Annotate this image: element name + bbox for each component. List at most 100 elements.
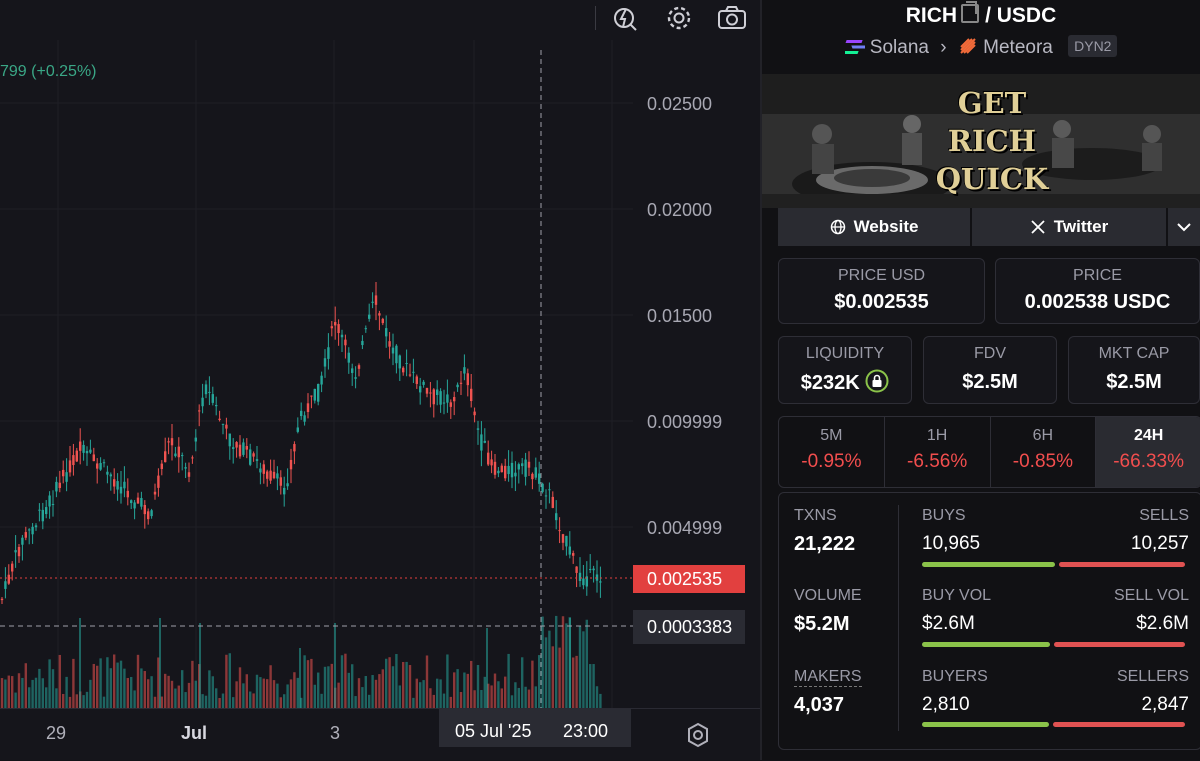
volume-bar bbox=[412, 697, 415, 708]
price-native-label: PRICE bbox=[1073, 267, 1122, 284]
token-banner-image: GET RICH QUICK bbox=[762, 74, 1200, 208]
candle-body bbox=[575, 566, 578, 573]
volume-bar bbox=[153, 696, 157, 708]
volume-bar bbox=[215, 688, 218, 708]
chevron-down-icon bbox=[1177, 223, 1191, 232]
candle-body bbox=[218, 418, 221, 421]
chain-name[interactable]: Solana bbox=[870, 37, 929, 58]
candle-body bbox=[449, 402, 452, 407]
buys-label: BUYS bbox=[922, 507, 966, 524]
volume-label: VOLUME bbox=[794, 587, 862, 604]
candle-body bbox=[340, 334, 344, 338]
time-axis[interactable]: 29 Jul 3 05 Jul '25 23:00 bbox=[0, 708, 760, 761]
price-usd-label: PRICE USD bbox=[837, 267, 926, 284]
candlestick-chart[interactable] bbox=[0, 0, 760, 708]
candle-body bbox=[72, 455, 75, 466]
more-links-button[interactable] bbox=[1168, 208, 1200, 246]
volume-bar bbox=[459, 691, 463, 708]
volume-bar bbox=[41, 678, 44, 708]
volume-bar bbox=[378, 674, 381, 708]
volume-bar bbox=[548, 630, 551, 708]
candle-body bbox=[300, 410, 303, 417]
copy-icon[interactable] bbox=[961, 1, 980, 23]
volume-bar bbox=[510, 695, 514, 708]
candle-body bbox=[425, 387, 429, 394]
token-info-pane: RICH / USDC Solana › Meteora DYN2 GET RIC… bbox=[762, 0, 1200, 760]
liquidity-value: $232K bbox=[800, 372, 860, 394]
candle-body bbox=[17, 546, 21, 557]
volume-bar bbox=[323, 666, 327, 708]
axis-settings-icon[interactable] bbox=[684, 721, 712, 749]
volume-bar bbox=[245, 674, 248, 708]
website-button[interactable]: Website bbox=[778, 208, 970, 246]
volume-bar bbox=[538, 655, 541, 708]
candle-body bbox=[347, 352, 350, 363]
volume-bar bbox=[68, 696, 72, 708]
tab-6h[interactable]: 6H -0.85% bbox=[991, 417, 1097, 487]
tab-5m[interactable]: 5M -0.95% bbox=[779, 417, 885, 487]
price-change-value: -0.95% bbox=[801, 451, 862, 472]
txns-label: TXNS bbox=[794, 507, 837, 524]
social-links-row: Website Twitter bbox=[778, 208, 1200, 246]
price-axis-label: 0.02500 bbox=[647, 94, 713, 114]
candle-body bbox=[194, 437, 197, 442]
price-axis-label: 0.009999 bbox=[647, 412, 723, 432]
candle-body bbox=[150, 510, 153, 517]
dex-name[interactable]: Meteora bbox=[983, 37, 1053, 58]
buyers-value: 2,810 bbox=[922, 694, 970, 715]
volume-bar bbox=[480, 690, 483, 708]
volume-bar bbox=[599, 693, 602, 708]
volume-bar bbox=[106, 657, 109, 708]
lock-icon[interactable] bbox=[865, 369, 889, 393]
candles bbox=[0, 281, 602, 604]
volume-bar bbox=[327, 666, 330, 708]
transaction-stats: TXNS 21,222 BUYS 10,965 SELLS 10,257 VOL… bbox=[778, 492, 1200, 750]
website-label: Website bbox=[853, 217, 919, 236]
volume-bar bbox=[191, 660, 194, 708]
volume-bar bbox=[201, 694, 204, 708]
volume-bar bbox=[483, 676, 486, 708]
candle-body bbox=[561, 534, 565, 543]
volume-bar bbox=[381, 669, 384, 708]
liquidity-card: LIQUIDITY $232K bbox=[778, 336, 912, 404]
candle-body bbox=[96, 463, 99, 469]
volume-bar bbox=[133, 690, 136, 708]
candle-body bbox=[310, 395, 313, 397]
candle-body bbox=[14, 550, 17, 553]
twitter-button[interactable]: Twitter bbox=[972, 208, 1166, 246]
volume-bar bbox=[65, 676, 68, 708]
tab-24h[interactable]: 24H -66.33% bbox=[1096, 417, 1200, 487]
candle-body bbox=[147, 511, 150, 520]
volume-bar bbox=[89, 679, 92, 708]
volume-bar bbox=[72, 658, 75, 708]
meteora-icon bbox=[960, 38, 976, 54]
candle-body bbox=[514, 472, 517, 477]
volume-bar bbox=[289, 679, 293, 708]
volume-bar bbox=[449, 696, 452, 708]
market-cap-value: $2.5M bbox=[1106, 371, 1162, 393]
volume-bar bbox=[569, 618, 571, 708]
candle-body bbox=[215, 405, 218, 407]
quote-symbol: / USDC bbox=[985, 4, 1057, 27]
tab-1h[interactable]: 1H -6.56% bbox=[885, 417, 991, 487]
candle-body bbox=[480, 434, 483, 451]
stats-divider bbox=[898, 505, 899, 731]
candle-body bbox=[354, 377, 357, 379]
candle-body bbox=[466, 373, 469, 386]
candle-body bbox=[62, 469, 65, 477]
candle-body bbox=[99, 462, 102, 470]
volume-bar bbox=[446, 654, 449, 708]
candle-body bbox=[89, 449, 92, 453]
candle-body bbox=[476, 428, 480, 430]
volume-bar bbox=[466, 673, 469, 708]
volume-bar bbox=[242, 683, 245, 708]
volume-bar bbox=[391, 666, 395, 708]
volume-bar bbox=[266, 679, 269, 708]
volume-bar bbox=[374, 679, 378, 708]
candle-body bbox=[371, 301, 374, 303]
volume-bar bbox=[24, 663, 27, 708]
candle-body bbox=[198, 410, 201, 412]
crosshair-time-tag: 05 Jul '25 23:00 bbox=[439, 709, 631, 747]
price-chart-pane[interactable]: 799 (+0.25%) 0.02500 0.02000 0.01500 0.0… bbox=[0, 0, 760, 760]
candle-body bbox=[130, 500, 133, 504]
